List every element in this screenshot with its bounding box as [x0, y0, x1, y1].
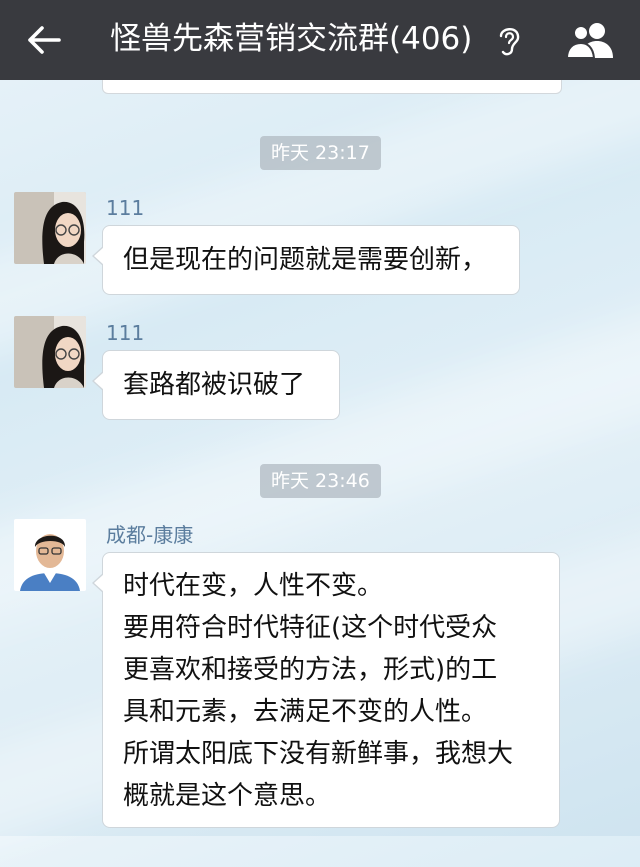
group-members-icon[interactable]	[565, 20, 617, 60]
message-bubble[interactable]: 但是现在的问题就是需要创新，	[92, 225, 520, 295]
message-text: 套路都被识破了	[123, 370, 306, 400]
message-text-line: 更喜欢和接受的方法，形式)的工	[123, 655, 498, 685]
chat-header: 怪兽先森营销交流群(406)	[0, 0, 640, 80]
avatar[interactable]	[14, 192, 86, 264]
timestamp: 昨天 23:46	[260, 464, 381, 498]
message-text: 但是现在的问题就是需要创新，	[123, 245, 488, 275]
message-bubble[interactable]: 套路都被识破了	[92, 350, 340, 420]
avatar[interactable]	[14, 519, 86, 591]
timestamp: 昨天 23:17	[260, 136, 381, 170]
message-bubble[interactable]: 时代在变，人性不变。 要用符合时代特征(这个时代受众 更喜欢和接受的方法，形式)…	[92, 552, 560, 828]
sender-name: 111	[106, 321, 145, 345]
back-arrow-icon[interactable]	[26, 22, 62, 58]
message-text-line: 要用符合时代特征(这个时代受众	[123, 613, 498, 643]
girl-with-glasses-avatar	[14, 192, 86, 264]
sender-name: 成都-康康	[106, 523, 194, 547]
girl-with-glasses-avatar	[14, 316, 86, 388]
sender-name: 111	[106, 196, 145, 220]
message-text-line: 概就是这个意思。	[123, 781, 332, 811]
ear-icon[interactable]	[494, 22, 524, 58]
man-portrait-avatar	[14, 519, 86, 591]
chat-title: 怪兽先森营销交流群(406)	[110, 21, 473, 57]
message-text-line: 时代在变，人性不变。	[123, 571, 384, 601]
message-text-line: 所谓太阳底下没有新鲜事，我想大	[123, 739, 514, 769]
avatar[interactable]	[14, 316, 86, 388]
message-text-line: 具和元素，去满足不变的人性。	[123, 697, 488, 727]
